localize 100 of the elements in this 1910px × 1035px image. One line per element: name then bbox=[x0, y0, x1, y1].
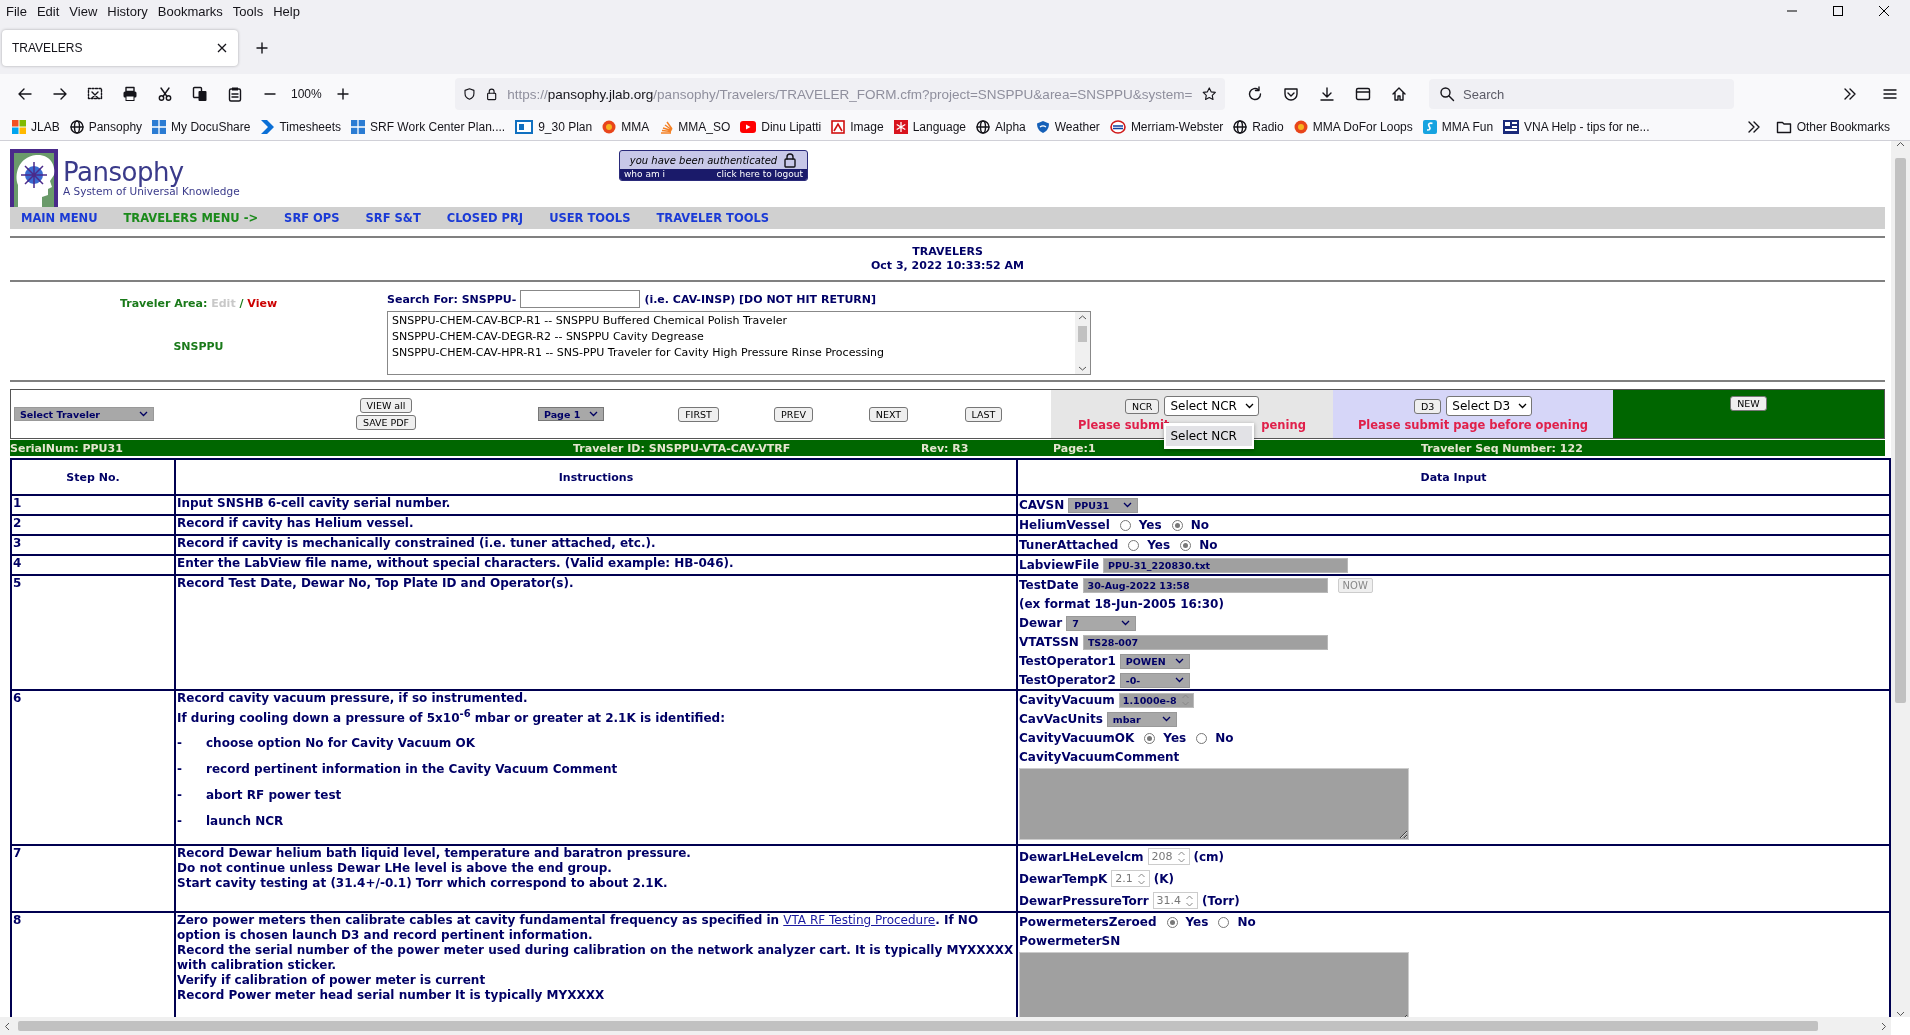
pager-button[interactable]: NEXT bbox=[868, 406, 909, 422]
view-all-button[interactable]: VIEW all bbox=[359, 398, 413, 413]
nav-link[interactable]: MAIN MENU bbox=[21, 211, 98, 225]
scissors-icon[interactable] bbox=[157, 86, 173, 102]
bookmark[interactable]: VNA Help - tips for ne... bbox=[1503, 120, 1650, 134]
reload-icon[interactable] bbox=[1247, 86, 1263, 102]
dashed-frame-icon[interactable] bbox=[87, 86, 103, 102]
dropdown[interactable]: PPU31 bbox=[1068, 497, 1139, 513]
pocket-icon[interactable] bbox=[1283, 86, 1299, 102]
nav-link[interactable]: USER TOOLS bbox=[549, 211, 631, 225]
pager-button[interactable]: PREV bbox=[774, 406, 813, 422]
new-tab-icon[interactable] bbox=[254, 40, 270, 56]
dropdown-option[interactable]: Select NCR bbox=[1166, 426, 1253, 446]
bookmark[interactable]: Merriam-Webster bbox=[1109, 120, 1224, 134]
mode-link[interactable]: View bbox=[247, 297, 278, 310]
logout-link[interactable]: click here to logout bbox=[716, 169, 803, 180]
browser-tab[interactable]: TRAVELERS bbox=[2, 30, 238, 66]
nav-link[interactable]: CLOSED PRJ bbox=[446, 211, 524, 225]
bookmark[interactable]: MMA DoFor Loops bbox=[1293, 120, 1413, 134]
menu-item[interactable]: File bbox=[2, 3, 33, 19]
d3-button[interactable]: D3 bbox=[1413, 398, 1442, 414]
radio-button[interactable] bbox=[1119, 519, 1131, 531]
scrollbar[interactable] bbox=[0, 1017, 1891, 1035]
bookmark[interactable]: 9_30 Plan bbox=[515, 120, 593, 134]
logo-icon[interactable] bbox=[10, 149, 58, 207]
bookmark[interactable]: My DocuShare bbox=[152, 120, 251, 134]
bookmark[interactable]: MMA Fun bbox=[1422, 120, 1494, 134]
back-icon[interactable] bbox=[17, 86, 33, 102]
close-icon[interactable] bbox=[1878, 5, 1890, 17]
number-field[interactable]: 31.4 bbox=[1152, 892, 1199, 909]
radio-button[interactable] bbox=[1166, 916, 1178, 928]
dropdown[interactable]: Page 1 bbox=[538, 407, 604, 421]
zoom-in-icon[interactable] bbox=[334, 86, 351, 102]
scrollbar[interactable] bbox=[1891, 141, 1910, 1017]
menu-item[interactable]: History bbox=[103, 3, 154, 19]
radio-button[interactable] bbox=[1180, 539, 1192, 551]
bookmark[interactable]: Timesheets bbox=[260, 120, 341, 134]
dropdown[interactable]: Select Traveler bbox=[14, 407, 154, 421]
text-field[interactable]: 30-Aug-2022 13:58 bbox=[1082, 577, 1328, 593]
text-field[interactable]: TS28-007 bbox=[1082, 634, 1328, 650]
bookmark[interactable]: Language bbox=[893, 120, 967, 134]
scrollbar[interactable] bbox=[1075, 312, 1090, 374]
bookmark-folder[interactable]: Other Bookmarks bbox=[1775, 119, 1890, 135]
menu-item[interactable]: Tools bbox=[228, 3, 270, 19]
new-button[interactable]: NEW bbox=[1730, 396, 1767, 411]
radio-button[interactable] bbox=[1144, 732, 1156, 744]
bookmark[interactable]: Dinu Lipatti bbox=[740, 120, 822, 134]
forward-icon[interactable] bbox=[52, 86, 68, 102]
overflow-icon[interactable] bbox=[1842, 86, 1858, 102]
text-field[interactable]: PPU-31_220830.txt bbox=[1103, 557, 1349, 573]
dropdown[interactable]: -0- bbox=[1119, 672, 1190, 688]
search-field[interactable] bbox=[520, 290, 641, 308]
copy-icon[interactable] bbox=[192, 86, 208, 102]
who-link[interactable]: who am i bbox=[624, 169, 666, 180]
list-item[interactable]: SNSPPU-CHEM-CAV-BCP-R1 -- SNSPPU Buffered Chemical Polish Traveler bbox=[392, 314, 1071, 327]
download-icon[interactable] bbox=[1319, 86, 1335, 102]
dropdown[interactable]: mbar bbox=[1106, 711, 1177, 727]
bookmark[interactable]: MMA bbox=[602, 120, 650, 134]
dropdown[interactable]: 7 bbox=[1066, 615, 1137, 631]
bookmark[interactable]: Radio bbox=[1233, 120, 1284, 134]
radio-button[interactable] bbox=[1171, 519, 1183, 531]
radio-button[interactable] bbox=[1128, 539, 1140, 551]
nav-link[interactable]: SRF OPS bbox=[284, 211, 340, 225]
maximize-icon[interactable] bbox=[1832, 5, 1844, 17]
menu-item[interactable]: Edit bbox=[32, 3, 66, 19]
procedure-link[interactable]: VTA RF Testing Procedure bbox=[783, 913, 936, 927]
pager-button[interactable]: FIRST bbox=[678, 406, 719, 422]
zoom-level[interactable]: 100% bbox=[291, 87, 322, 101]
nav-link[interactable]: TRAVELER TOOLS bbox=[656, 211, 770, 225]
bookmark[interactable]: Weather bbox=[1035, 120, 1100, 134]
bookmark[interactable]: Image bbox=[831, 120, 884, 134]
radio-button[interactable] bbox=[1196, 732, 1208, 744]
pager-button[interactable]: LAST bbox=[964, 406, 1003, 422]
menu-icon[interactable] bbox=[1882, 86, 1898, 102]
clipboard-icon[interactable] bbox=[227, 86, 243, 102]
bookmark[interactable]: Pansophy bbox=[69, 120, 143, 134]
close-icon[interactable] bbox=[216, 42, 228, 54]
bookmark[interactable]: Alpha bbox=[976, 120, 1026, 134]
number-field[interactable]: 2.1 bbox=[1111, 870, 1150, 887]
bookmark[interactable]: JLAB bbox=[12, 120, 60, 134]
ncr-button[interactable]: NCR bbox=[1125, 398, 1160, 414]
shield-icon[interactable] bbox=[463, 86, 476, 102]
menu-item[interactable]: View bbox=[65, 3, 104, 19]
radio-button[interactable] bbox=[1218, 916, 1230, 928]
star-icon[interactable] bbox=[1202, 85, 1217, 103]
dropdown[interactable]: Select D3 bbox=[1446, 396, 1533, 416]
dropdown[interactable]: POWEN bbox=[1119, 653, 1190, 669]
sidebar-icon[interactable] bbox=[1355, 86, 1371, 102]
print-icon[interactable] bbox=[122, 86, 138, 102]
menu-item[interactable]: Bookmarks bbox=[153, 3, 229, 19]
list-item[interactable]: SNSPPU-CHEM-CAV-HPR-R1 -- SNS-PPU Traveler for Cavity High Pressure Rinse Processing bbox=[392, 346, 1071, 359]
number-field[interactable]: 1.1000e-8 bbox=[1118, 692, 1194, 708]
address-bar[interactable]: https://pansophy.jlab.org/pansophy/Travelers/TRAVELER_FORM.cfm?project=SNSPPU&area=SNSPPU&system= bbox=[455, 78, 1225, 110]
bookmark[interactable]: MMA_SO bbox=[659, 120, 731, 134]
save-pdf-button[interactable]: SAVE PDF bbox=[355, 415, 417, 430]
lock-icon[interactable] bbox=[485, 86, 498, 102]
bookmark[interactable]: SRF Work Center Plan.... bbox=[351, 120, 506, 134]
search-field[interactable]: Search bbox=[1429, 79, 1734, 109]
nav-link[interactable]: SRF S&T bbox=[365, 211, 421, 225]
list-item[interactable]: SNSPPU-CHEM-CAV-DEGR-R2 -- SNSPPU Cavity Degrease bbox=[392, 330, 1071, 343]
